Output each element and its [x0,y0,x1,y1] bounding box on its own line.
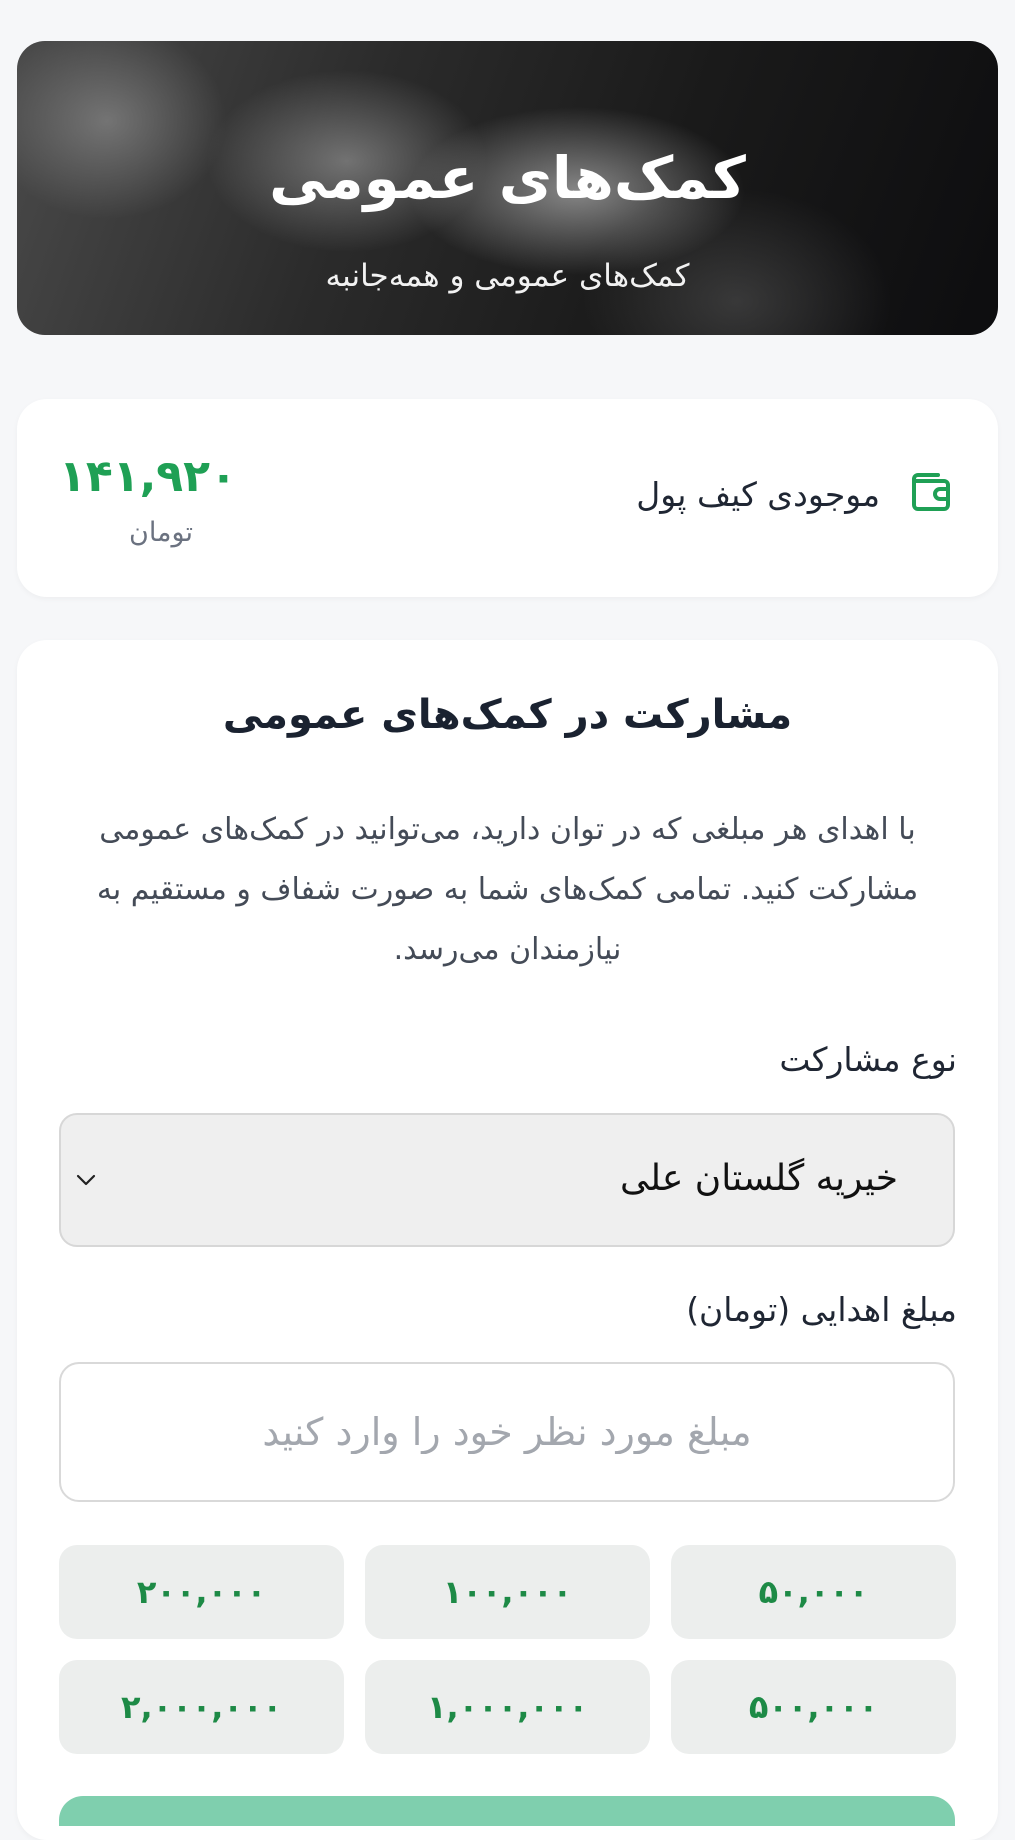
donation-amount-input[interactable] [59,1362,955,1502]
wallet-balance-unit: تومان [129,517,193,548]
wallet-icon [912,473,950,511]
wallet-balance-label: موجودی کیف پول [636,475,880,514]
participation-type-select[interactable]: خیریه گلستان علی [59,1113,955,1247]
form-title: مشارکت در کمک‌های عمومی [222,692,793,738]
preset-amount-button[interactable]: ۵۰۰,۰۰۰ [671,1660,956,1754]
hero-title: کمک‌های عمومی [269,144,746,212]
hero-subtitle: کمک‌های عمومی و همه‌جانبه [325,258,690,294]
submit-button[interactable] [59,1796,955,1826]
donation-amount-label: مبلغ اهدایی (تومان) [686,1290,957,1329]
wallet-balance-amount: ۱۴۱,۹۲۰ [59,451,237,502]
preset-amount-button[interactable]: ۱۰۰,۰۰۰ [365,1545,650,1639]
preset-amount-button[interactable]: ۱,۰۰۰,۰۰۰ [365,1660,650,1754]
form-description: با اهدای هر مبلغی که در توان دارید، می‌ت… [96,812,919,967]
hero-banner: کمک‌های عمومی کمک‌های عمومی و همه‌جانبه [17,41,998,335]
wallet-card: موجودی کیف پول ۱۴۱,۹۲۰ تومان [17,399,998,597]
preset-amount-button[interactable]: ۲۰۰,۰۰۰ [59,1545,344,1639]
preset-amount-button[interactable]: ۲,۰۰۰,۰۰۰ [59,1660,344,1754]
participation-type-label: نوع مشارکت [779,1040,957,1079]
chevron-down-icon [76,1174,96,1186]
preset-amount-button[interactable]: ۵۰,۰۰۰ [671,1545,956,1639]
participation-type-value: خیریه گلستان علی [619,1158,898,1199]
